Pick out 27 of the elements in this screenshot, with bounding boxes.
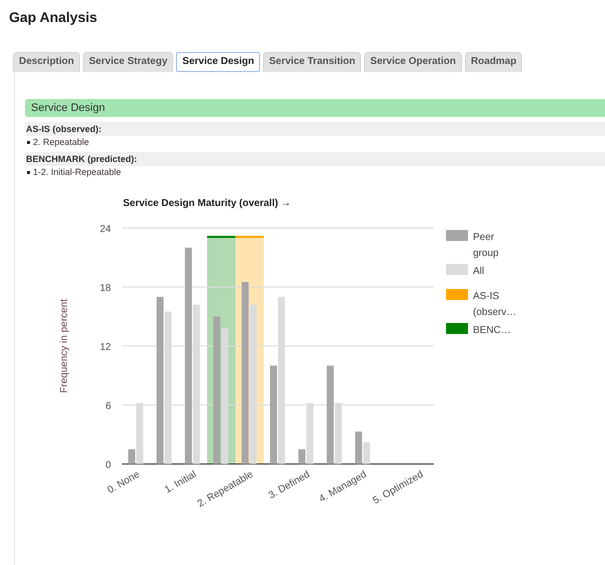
x-tick-label: 1. Initial <box>163 469 198 496</box>
group-heading: BENCHMARK (predicted): <box>25 152 605 166</box>
tab[interactable]: Service Transition <box>263 52 362 72</box>
y-tick-label: 0 <box>105 460 111 471</box>
y-tick-label: 6 <box>105 401 111 412</box>
tab[interactable]: Service Design <box>176 52 260 72</box>
tab[interactable]: Description <box>13 52 80 72</box>
list-item: 1-2. Initial-Repeatable <box>33 167 122 177</box>
tab[interactable]: Roadmap <box>464 52 522 72</box>
group-heading: AS-IS (observed): <box>25 122 605 136</box>
x-tick-label: 0. None <box>106 469 142 496</box>
chart-title: Service Design Maturity (overall) → <box>123 198 291 209</box>
y-axis-label: Frequency in percent <box>59 299 70 393</box>
y-tick-label: 24 <box>100 224 111 235</box>
legend-label: Peer group <box>473 232 499 259</box>
tab[interactable]: Service Strategy <box>83 52 174 72</box>
bullet-icon <box>27 170 30 174</box>
bullet-icon <box>27 140 30 144</box>
tab[interactable]: Service Operation <box>364 52 462 72</box>
y-tick-label: 18 <box>100 283 111 294</box>
section-header: Service Design <box>25 99 605 117</box>
legend-label: AS-IS (observ… <box>473 291 516 318</box>
legend-label: BENC… <box>473 325 511 336</box>
legend-label: All <box>473 266 484 277</box>
list-item: 2. Repeatable <box>33 137 90 147</box>
y-tick-label: 12 <box>100 342 111 353</box>
page-title: Gap Analysis <box>8 8 98 27</box>
